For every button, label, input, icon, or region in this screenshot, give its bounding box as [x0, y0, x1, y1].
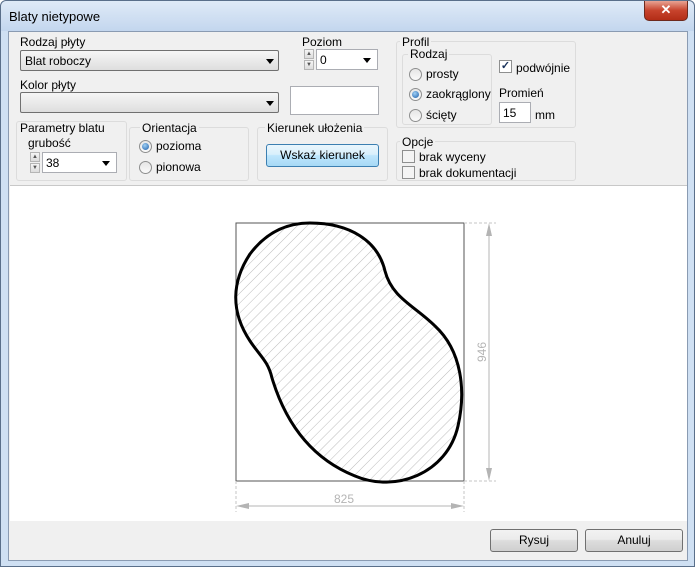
podwojnie-label[interactable]: podwójnie — [516, 61, 570, 75]
sciety-label[interactable]: ścięty — [426, 108, 457, 122]
chevron-down-icon — [363, 58, 371, 63]
poziom-label: Poziom — [302, 35, 343, 49]
opcje-label: Opcje — [400, 135, 436, 149]
brak-dokumentacji-checkbox[interactable] — [402, 166, 415, 179]
rodzaj-label: Rodzaj — [408, 47, 450, 61]
spin-up-icon[interactable]: ▲ — [30, 152, 40, 162]
radio-prosty[interactable] — [409, 68, 422, 81]
countertop-shape — [234, 221, 464, 484]
arrow-down-icon — [486, 468, 492, 481]
close-icon[interactable]: ✕ — [644, 1, 688, 21]
kolor-plyty-label: Kolor płyty — [20, 78, 77, 92]
spin-down-icon[interactable]: ▼ — [30, 163, 40, 173]
radio-pozioma[interactable] — [139, 140, 152, 153]
height-dimension-text: 946 — [475, 342, 489, 362]
radio-pionowa[interactable] — [139, 161, 152, 174]
title-bar[interactable]: Blaty nietypowe ✕ — [1, 1, 694, 31]
arrow-up-icon — [486, 223, 492, 236]
rysuj-button[interactable]: Rysuj — [490, 529, 578, 552]
kierunek-label: Kierunek ułożenia — [265, 121, 365, 135]
zaokraglony-label[interactable]: zaokrąglony — [426, 87, 491, 101]
kolor-preview — [290, 86, 379, 115]
dialog-window: Blaty nietypowe ✕ Rodzaj płyty Blat robo… — [0, 0, 695, 567]
grubosc-spinner[interactable]: ▲ ▼ — [30, 152, 40, 174]
wskaz-kierunek-button[interactable]: Wskaż kierunek — [266, 144, 379, 167]
spin-down-icon[interactable]: ▼ — [304, 60, 314, 70]
poziom-spinner[interactable]: ▲ ▼ — [304, 49, 314, 71]
promien-unit: mm — [535, 108, 555, 122]
brak-wyceny-checkbox[interactable] — [402, 150, 415, 163]
window-title: Blaty nietypowe — [9, 9, 101, 24]
parametry-label: Parametry blatu — [20, 121, 105, 135]
prosty-label[interactable]: prosty — [426, 67, 459, 81]
chevron-down-icon — [102, 161, 110, 166]
arrow-right-icon — [451, 503, 464, 509]
promien-input[interactable]: 15 — [499, 102, 531, 123]
kolor-plyty-select[interactable] — [20, 92, 279, 113]
chevron-down-icon — [266, 59, 274, 64]
brak-dokumentacji-label[interactable]: brak dokumentacji — [419, 166, 516, 180]
promien-label: Promień — [499, 86, 544, 100]
countertop-drawing: 946 825 — [234, 221, 496, 512]
grubosc-label: grubość — [28, 136, 71, 150]
poziom-value: 0 — [320, 53, 327, 67]
pionowa-label[interactable]: pionowa — [156, 160, 201, 174]
orientacja-label: Orientacja — [140, 121, 199, 135]
radio-zaokraglony[interactable] — [409, 88, 422, 101]
poziom-select[interactable]: 0 — [316, 49, 378, 70]
anuluj-button[interactable]: Anuluj — [585, 529, 683, 552]
drawing-canvas[interactable]: 946 825 — [10, 185, 687, 521]
width-dimension-text: 825 — [334, 492, 354, 506]
podwojnie-checkbox[interactable]: ✓ — [499, 60, 512, 73]
radio-sciety[interactable] — [409, 109, 422, 122]
rodzaj-plyty-label: Rodzaj płyty — [20, 35, 86, 49]
chevron-down-icon — [266, 101, 274, 106]
brak-wyceny-label[interactable]: brak wyceny — [419, 150, 486, 164]
pozioma-label[interactable]: pozioma — [156, 139, 201, 153]
spin-up-icon[interactable]: ▲ — [304, 49, 314, 59]
rodzaj-plyty-value: Blat roboczy — [25, 54, 92, 68]
dialog-client: Rodzaj płyty Blat roboczy Poziom ▲ ▼ 0 K… — [8, 31, 688, 561]
arrow-left-icon — [236, 503, 249, 509]
promien-value: 15 — [503, 106, 517, 120]
grubosc-value: 38 — [46, 156, 60, 170]
grubosc-select[interactable]: 38 — [42, 152, 117, 173]
rodzaj-plyty-select[interactable]: Blat roboczy — [20, 50, 279, 71]
